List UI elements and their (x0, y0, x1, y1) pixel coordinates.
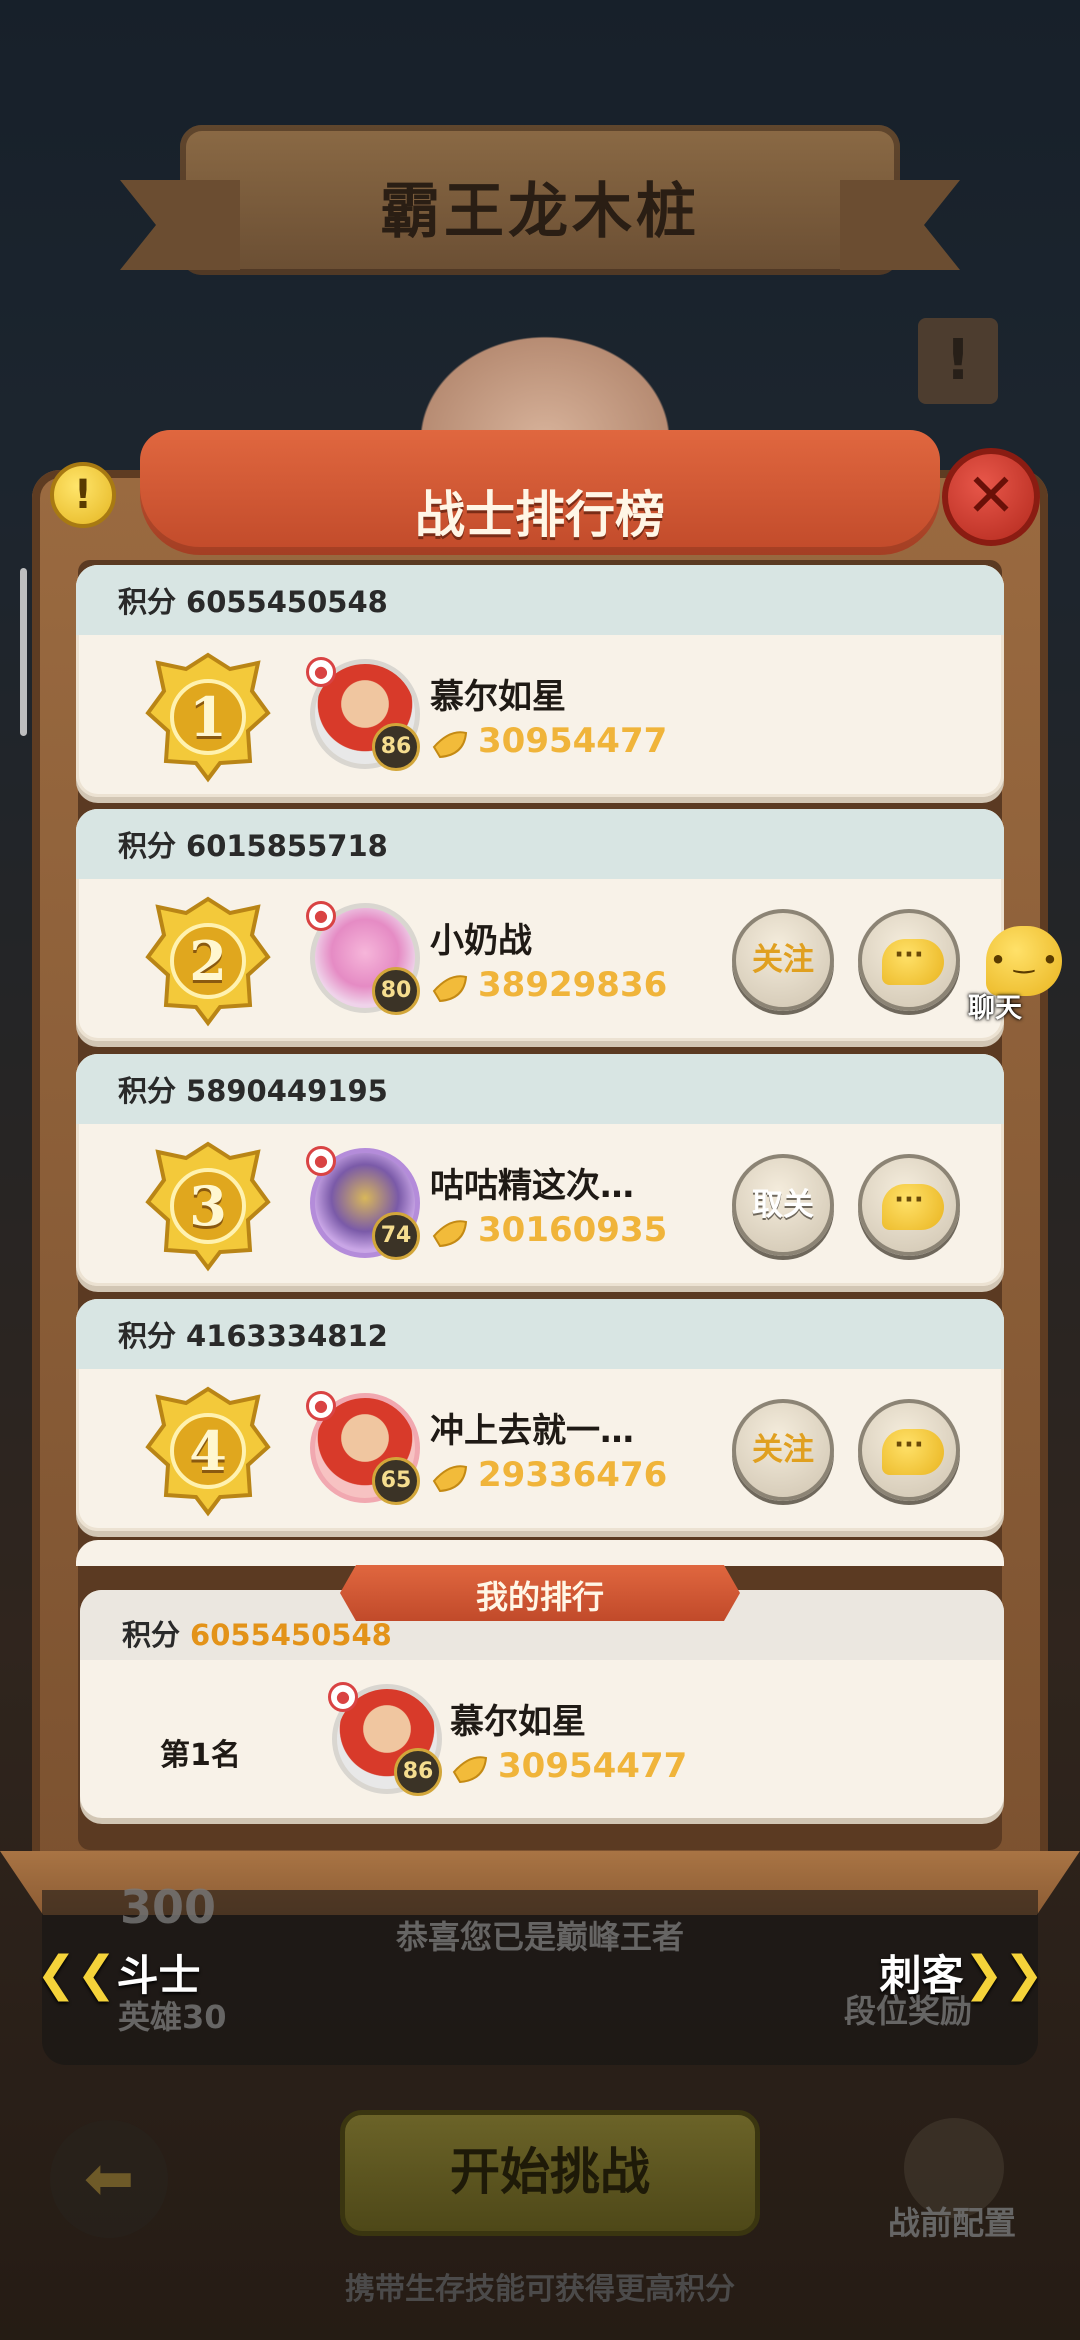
my-rank-card: 积分 6055450548 第1名 ● 86 慕尔如星 30954477 (80, 1590, 1004, 1818)
stage-title-banner: 霸王龙木桩 (180, 125, 900, 275)
player-name: 慕尔如星 (450, 1702, 586, 1742)
chat-label[interactable]: 聊天 (968, 986, 1022, 1025)
score-value: 6055450548 (186, 585, 388, 619)
rank-badge-icon: 1 (138, 651, 278, 783)
pokeball-tag-icon: ● (306, 901, 336, 931)
follow-button[interactable]: 关注 (732, 909, 834, 1011)
power-value: 30160935 (478, 1210, 668, 1250)
my-rank-text: 第1名 (160, 1738, 241, 1773)
power-icon (432, 1465, 468, 1493)
score-value: 5890449195 (186, 1074, 388, 1108)
power-value: 30954477 (498, 1746, 688, 1786)
score-value: 4163334812 (186, 1319, 388, 1353)
level-badge: 65 (372, 1457, 420, 1505)
score-line: 积分 6015855718 (118, 823, 388, 865)
level-badge: 86 (372, 723, 420, 771)
rank-badge-icon: 4 (138, 1385, 278, 1517)
power-icon (432, 731, 468, 759)
rank-badge-icon: 3 (138, 1140, 278, 1272)
level-badge: 80 (372, 967, 420, 1015)
follow-button[interactable]: 关注 (732, 1399, 834, 1501)
level-badge: 86 (394, 1748, 442, 1796)
pokeball-tag-icon: ● (306, 1391, 336, 1421)
chat-button[interactable]: ··· (858, 1154, 960, 1256)
hint-text: 携带生存技能可获得更高积分 (345, 2272, 735, 2307)
score-line: 积分 6055450548 (118, 579, 388, 621)
chat-dots: ··· (894, 940, 924, 970)
double-chevron-right-icon: ❯❯ (963, 1946, 1044, 2002)
rank-card-1: 积分 6055450548 1 ● 86 慕尔如星 30954477 (76, 565, 1004, 797)
power-value: 29336476 (478, 1455, 668, 1495)
score-line: 积分 5890449195 (118, 1068, 388, 1110)
my-score-line: 积分 6055450548 (122, 1612, 392, 1654)
player-name: 冲上去就一… (430, 1411, 634, 1451)
rank-card-2: 积分 6015855718 2 ● 80 小奶战 38929836 关注 ··· (76, 809, 1004, 1041)
player-name: 慕尔如星 (430, 677, 566, 717)
rank-reward-label[interactable]: 段位奖励 (844, 1986, 972, 2032)
rank-number: 4 (189, 1419, 227, 1483)
rank-number: 2 (189, 929, 227, 993)
power-icon (452, 1756, 488, 1784)
score-label: 积分 (118, 1074, 177, 1108)
back-arrow-icon[interactable]: ⬅ (50, 2120, 168, 2238)
player-name: 咕咕精这次… (430, 1166, 634, 1206)
level-badge: 74 (372, 1212, 420, 1260)
power-value: 30954477 (478, 721, 668, 761)
hero-label: 英雄30 (118, 1998, 227, 2036)
next-card-peek (76, 1540, 1004, 1566)
score-label: 积分 (118, 829, 177, 863)
score-line: 积分 4163334812 (118, 1313, 388, 1355)
double-chevron-left-icon: ❮❮ (36, 1946, 117, 2002)
my-rank-title: 我的排行 (475, 1578, 604, 1616)
chat-dots: ··· (894, 1430, 924, 1460)
rank-card-4: 积分 4163334812 4 ● 65 冲上去就一… 29336476 关注 ·… (76, 1299, 1004, 1531)
chat-button[interactable]: ··· (858, 1399, 960, 1501)
pokeball-tag-icon: ● (328, 1682, 358, 1712)
notice-icon: ! (918, 318, 998, 404)
rank-number: 3 (189, 1174, 227, 1238)
stage-title: 霸王龙木桩 (380, 177, 700, 247)
info-icon[interactable]: ! (50, 462, 116, 528)
score-label: 积分 (122, 1618, 181, 1652)
score-value: 6015855718 (186, 829, 388, 863)
chat-button[interactable]: ··· (858, 909, 960, 1011)
power-value: 38929836 (478, 965, 668, 1005)
chat-face-icon: • ‿ • (990, 946, 1058, 974)
pokeball-tag-icon: ● (306, 1146, 336, 1176)
close-button[interactable]: ✕ (942, 448, 1040, 546)
scrollbar[interactable] (20, 568, 27, 736)
panel-title: 战士排行榜 (415, 486, 665, 544)
score-label: 积分 (118, 1319, 177, 1353)
player-name: 小奶战 (430, 921, 532, 961)
pre-battle-config-label[interactable]: 战前配置 (888, 2198, 1016, 2244)
start-challenge-button[interactable]: 开始挑战 (340, 2110, 760, 2236)
pokeball-tag-icon: ● (306, 657, 336, 687)
my-score-value: 6055450548 (190, 1618, 392, 1652)
rank-badge-icon: 2 (138, 895, 278, 1027)
power-icon (432, 1220, 468, 1248)
unfollow-button[interactable]: 取关 (732, 1154, 834, 1256)
rank-number: 1 (189, 685, 227, 749)
power-icon (432, 975, 468, 1003)
chat-dots: ··· (894, 1185, 924, 1215)
score-label: 积分 (118, 585, 177, 619)
rank-card-3: 积分 5890449195 3 ● 74 咕咕精这次… 30160935 取关 ·… (76, 1054, 1004, 1286)
